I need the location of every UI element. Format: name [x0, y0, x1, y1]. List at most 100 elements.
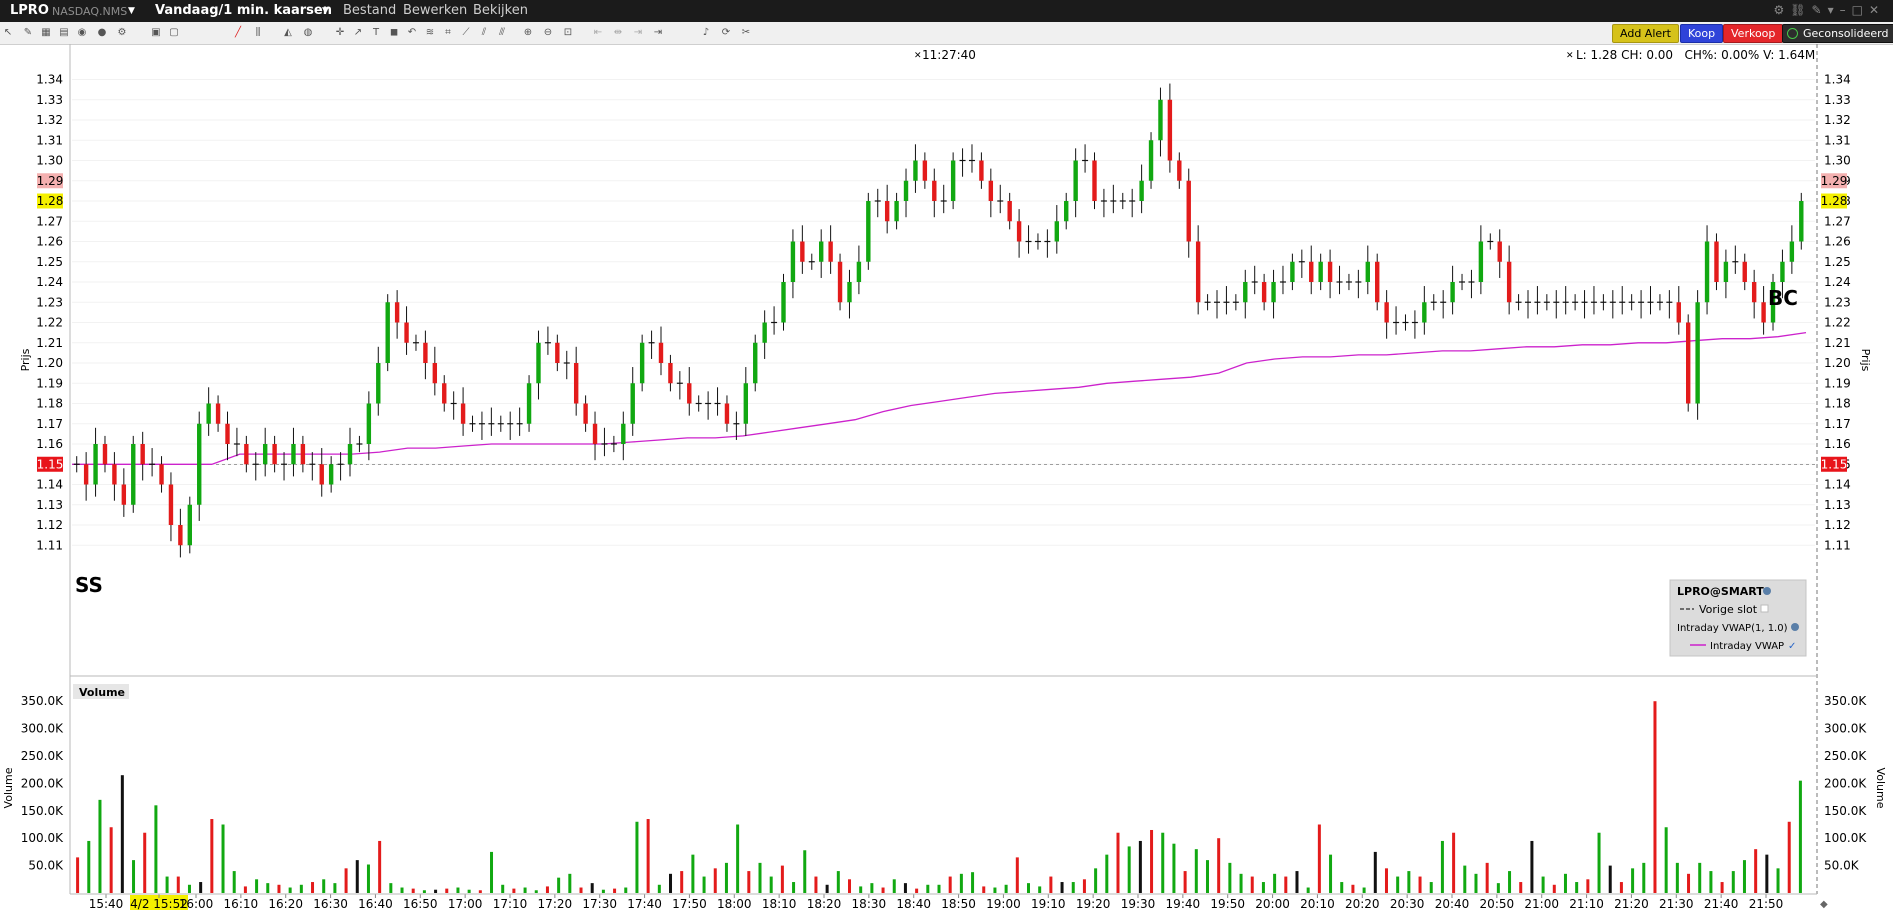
volume-bar: [378, 840, 382, 893]
zoom-reset-icon[interactable]: ⊡: [562, 27, 574, 39]
candle-body: [1186, 180, 1191, 242]
volume-bar: [445, 888, 449, 893]
volume-tick-left: 250.0K: [21, 749, 64, 763]
volume-bar: [1329, 854, 1333, 893]
refresh-icon[interactable]: ⟳: [720, 27, 732, 39]
panel-icon[interactable]: ▢: [168, 27, 180, 39]
price-tick-right: 1.18: [1824, 397, 1851, 411]
gear-icon[interactable]: ⚙: [1774, 3, 1791, 17]
close-icon[interactable]: ✕: [1869, 3, 1885, 17]
volume-bar: [333, 883, 337, 893]
text-tool-icon[interactable]: T: [370, 27, 382, 39]
circle-icon[interactable]: ●: [96, 27, 108, 39]
volume-bar: [881, 887, 885, 893]
chart-area[interactable]: 1.11 1.11 1.12 1.12 1.13 1.13 1.14 1.14 1.15 1.15…: [0, 44, 1893, 918]
prev-close-checkbox[interactable]: [1760, 604, 1769, 613]
volume-bar: [691, 854, 695, 893]
candle-body: [1450, 282, 1455, 303]
candle-body: [394, 302, 400, 323]
fan-icon[interactable]: ⫻: [496, 27, 508, 39]
time-tick-label: 21:20: [1614, 897, 1649, 911]
grid-icon[interactable]: ▦: [40, 27, 52, 39]
time-tick-label: 21:10: [1569, 897, 1604, 911]
scroll-right-marker-icon[interactable]: ◆: [1820, 899, 1828, 910]
menu-bestand[interactable]: Bestand: [343, 3, 396, 18]
dropdown-icon[interactable]: ▾: [1828, 3, 1840, 17]
channel-icon[interactable]: ⫽: [478, 27, 490, 39]
candle-body: [1761, 302, 1766, 323]
area-chart-icon[interactable]: ◭: [282, 27, 294, 39]
period-selector[interactable]: Vandaag/1 min. kaarsen: [155, 3, 332, 18]
candle-body: [903, 180, 909, 201]
print-icon[interactable]: ▤: [58, 27, 70, 39]
crosshair-icon[interactable]: ✛: [334, 27, 346, 39]
price-tick-right: 1.26: [1824, 235, 1851, 249]
candle-body: [592, 423, 598, 444]
measure-icon[interactable]: ⌗: [442, 27, 454, 39]
vwap-checkbox-icon[interactable]: ✓: [1788, 641, 1796, 652]
annotation-bc[interactable]: BC: [1768, 286, 1798, 310]
pencil-tool-icon[interactable]: ✎: [22, 27, 34, 39]
maximize-icon[interactable]: □: [1852, 3, 1869, 17]
menu-bewerken[interactable]: Bewerken: [403, 3, 467, 18]
volume-bar: [669, 873, 673, 893]
prev-close-left: 1.15: [37, 457, 64, 471]
time-tick-label: 20:00: [1255, 897, 1290, 911]
add-alert-button[interactable]: Add Alert: [1612, 24, 1679, 43]
cursor-tool-icon[interactable]: ↗: [352, 27, 364, 39]
volume-bar: [1071, 882, 1075, 893]
volume-bar: [1709, 871, 1713, 893]
wrench-icon[interactable]: ✂: [740, 27, 752, 39]
shape-tool-icon[interactable]: ◼: [388, 27, 400, 39]
zoom-out-icon[interactable]: ⊖: [542, 27, 554, 39]
menu-bekijken[interactable]: Bekijken: [473, 3, 528, 18]
scroll-end-icon[interactable]: ⇥: [652, 27, 664, 39]
readout-close-icon[interactable]: ✕: [1566, 51, 1574, 61]
scroll-fit-icon[interactable]: ⇹: [612, 27, 624, 39]
volume-bar: [1742, 860, 1746, 893]
candle-body: [1177, 160, 1182, 181]
price-axis: 1.11 1.11 1.12 1.12 1.13 1.13 1.14 1.14 1.15 1.15…: [36, 73, 1850, 553]
volume-bar: [1798, 780, 1802, 893]
camera-icon[interactable]: ◉: [76, 27, 88, 39]
volume-bar: [1172, 843, 1176, 893]
cursor-icon[interactable]: ↖: [2, 27, 14, 39]
consolidated-toggle[interactable]: Geconsolideerd: [1782, 24, 1893, 43]
buy-button[interactable]: Koop: [1680, 24, 1724, 43]
candle-body: [1073, 160, 1078, 201]
scroll-right-icon[interactable]: ⇥: [632, 27, 644, 39]
trendline-icon[interactable]: ⟋: [460, 27, 472, 39]
legend-box[interactable]: LPRO@SMART Vorige slot Intraday VWAP(1, …: [1669, 579, 1807, 657]
layout-icon[interactable]: ▣: [150, 27, 162, 39]
volume-bar: [344, 868, 348, 893]
window-controls[interactable]: ⚙⛓✎▾–□✕: [1774, 3, 1886, 17]
time-tick-label: 21:00: [1524, 897, 1559, 911]
candle-body: [206, 403, 211, 424]
time-tick-label: 18:10: [762, 897, 797, 911]
volume-tick-left: 200.0K: [21, 776, 64, 790]
crosshair-close-icon[interactable]: ✕: [914, 51, 922, 61]
line-tool-icon[interactable]: ╱: [232, 27, 244, 39]
settings-icon[interactable]: ⚙: [116, 27, 128, 39]
symbol-label[interactable]: LPRO: [10, 3, 49, 18]
undo-icon[interactable]: ↶: [406, 27, 418, 39]
period-dropdown-icon[interactable]: ▼: [322, 6, 329, 16]
globe-icon[interactable]: ◍: [302, 27, 314, 39]
volume-bar: [232, 871, 236, 893]
candle-body: [1327, 261, 1333, 282]
scroll-left-icon[interactable]: ⇤: [592, 27, 604, 39]
sell-button[interactable]: Verkoop: [1723, 24, 1784, 43]
fib-icon[interactable]: ≋: [424, 27, 436, 39]
volume-bar: [836, 871, 840, 893]
bell-icon[interactable]: ♪: [700, 27, 712, 39]
annotation-ss[interactable]: SS: [75, 573, 103, 597]
pin-icon[interactable]: ✎: [1812, 3, 1828, 17]
link-icon[interactable]: ⛓: [1790, 3, 1811, 17]
symbol-dropdown-icon[interactable]: ▼: [128, 6, 135, 16]
zoom-in-icon[interactable]: ⊕: [522, 27, 534, 39]
volume-bar: [780, 865, 784, 893]
minimize-icon[interactable]: –: [1840, 3, 1852, 17]
candle-body: [800, 241, 805, 262]
volume-bar: [98, 799, 102, 893]
bar-style-icon[interactable]: ⫼: [252, 27, 264, 39]
